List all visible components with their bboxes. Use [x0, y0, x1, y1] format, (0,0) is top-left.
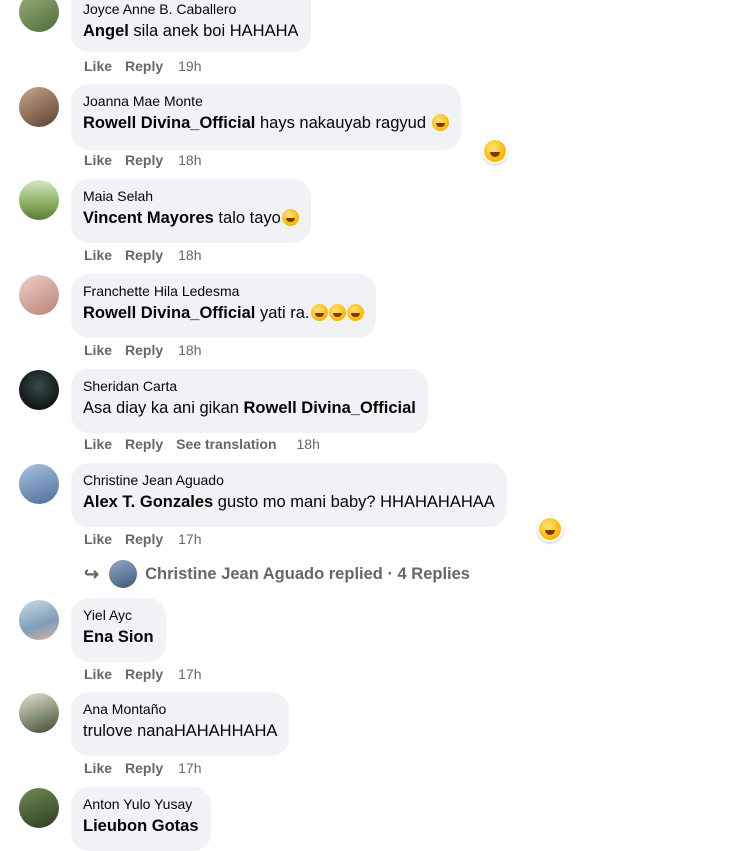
avatar[interactable]: [19, 693, 59, 733]
comment-actions: Like Reply 17h: [84, 760, 202, 776]
replies-text[interactable]: Christine Jean Aguado replied · 4 Replie…: [145, 565, 470, 584]
mention-link[interactable]: Alex T. Gonzales: [83, 493, 213, 511]
avatar[interactable]: [19, 464, 59, 504]
avatar[interactable]: [19, 87, 59, 127]
laughing-emoji-icon: [328, 304, 346, 321]
comment-text-content: yati ra.: [255, 304, 310, 322]
like-button[interactable]: Like: [84, 152, 112, 168]
mention-link[interactable]: Ena Sion: [83, 628, 154, 646]
comment-text: trulove nanaHAHAHHAHA: [83, 720, 277, 742]
mention-link[interactable]: Angel: [83, 22, 129, 40]
reply-button[interactable]: Reply: [125, 666, 163, 682]
smiling-hearts-emoji-icon: [431, 114, 449, 131]
comment-time[interactable]: 17h: [178, 531, 201, 547]
mention-link[interactable]: Lieubon Gotas: [83, 817, 199, 835]
comment-time[interactable]: 17h: [178, 666, 201, 682]
comment-text-content: hays nakauyab ragyud: [255, 114, 427, 132]
comment-author[interactable]: Anton Yulo Yusay: [83, 795, 199, 813]
comment-text-content: gusto mo mani baby? HHAHAHAHAA: [213, 493, 495, 511]
mention-link[interactable]: Rowell Divina_Official: [83, 114, 255, 132]
avatar[interactable]: [19, 275, 59, 315]
reply-button[interactable]: Reply: [125, 247, 163, 263]
comment-text-content: sila anek boi HAHAHA: [128, 22, 299, 40]
comment-time[interactable]: 18h: [178, 342, 201, 358]
comment-author[interactable]: Ana Montaño: [83, 700, 277, 718]
comment-actions: Like Reply 18h: [84, 247, 202, 263]
comment-author[interactable]: Sheridan Carta: [83, 377, 416, 395]
comment-author[interactable]: Christine Jean Aguado: [83, 471, 495, 489]
comment-text: Ena Sion: [83, 626, 154, 648]
comment-bubble: Christine Jean Aguado Alex T. Gonzales g…: [71, 463, 507, 527]
mention-link[interactable]: Rowell Divina_Official: [244, 399, 416, 417]
comment-text: Rowell Divina_Official hays nakauyab rag…: [83, 112, 449, 134]
comment-actions: Like Reply 19h: [84, 58, 202, 74]
avatar[interactable]: [19, 0, 59, 32]
like-button[interactable]: Like: [84, 58, 112, 74]
reply-button[interactable]: Reply: [125, 58, 163, 74]
like-button[interactable]: Like: [84, 247, 112, 263]
comment-time[interactable]: 19h: [178, 58, 201, 74]
comment-bubble: Joanna Mae Monte Rowell Divina_Official …: [71, 84, 461, 150]
mention-link[interactable]: Vincent Mayores: [83, 209, 214, 227]
reply-button[interactable]: Reply: [125, 436, 163, 452]
reply-button[interactable]: Reply: [125, 342, 163, 358]
comment-author[interactable]: Yiel Ayc: [83, 606, 154, 624]
comment-actions: Like Reply 18h: [84, 342, 202, 358]
comment-author[interactable]: Franchette Hila Ledesma: [83, 282, 364, 300]
view-replies-link[interactable]: ↪ Christine Jean Aguado replied · 4 Repl…: [84, 560, 470, 588]
reply-button[interactable]: Reply: [125, 531, 163, 547]
comment-author[interactable]: Maia Selah: [83, 187, 299, 205]
avatar[interactable]: [19, 370, 59, 410]
comment-time[interactable]: 18h: [297, 436, 320, 452]
comment-text: Rowell Divina_Official yati ra.: [83, 302, 364, 324]
like-button[interactable]: Like: [84, 531, 112, 547]
comment-bubble: Ana Montaño trulove nanaHAHAHHAHA: [71, 692, 290, 756]
comment-time[interactable]: 18h: [178, 152, 201, 168]
laughing-emoji-icon: [310, 304, 328, 321]
comment-bubble: Franchette Hila Ledesma Rowell Divina_Of…: [71, 274, 376, 338]
like-button[interactable]: Like: [84, 342, 112, 358]
laughing-reaction-icon[interactable]: [482, 138, 508, 164]
laughing-reaction-icon[interactable]: [537, 516, 563, 542]
comment-bubble: Anton Yulo Yusay Lieubon Gotas: [71, 787, 211, 851]
reply-button[interactable]: Reply: [125, 760, 163, 776]
comment-bubble: Sheridan Carta Asa diay ka ani gikan Row…: [71, 369, 428, 433]
like-button[interactable]: Like: [84, 436, 112, 452]
comment-text: Vincent Mayores talo tayo: [83, 207, 299, 229]
reply-arrow-icon: ↪: [84, 563, 100, 584]
comment-text: Asa diay ka ani gikan Rowell Divina_Offi…: [83, 397, 416, 419]
comment-text: Lieubon Gotas: [83, 815, 199, 837]
smile-emoji-icon: [281, 209, 299, 226]
comment-text-content: trulove nanaHAHAHHAHA: [83, 722, 278, 740]
like-button[interactable]: Like: [84, 760, 112, 776]
avatar[interactable]: [19, 180, 59, 220]
comment-time[interactable]: 18h: [178, 247, 201, 263]
avatar[interactable]: [19, 788, 59, 828]
comment-time[interactable]: 17h: [178, 760, 201, 776]
comment-actions: Like Reply 17h: [84, 666, 202, 682]
comment-bubble: Yiel Ayc Ena Sion: [71, 598, 166, 662]
comment-text-content: talo tayo: [213, 209, 281, 227]
laughing-emoji-icon: [346, 304, 364, 321]
see-translation-button[interactable]: See translation: [176, 436, 276, 452]
mention-link[interactable]: Rowell Divina_Official: [83, 304, 255, 322]
comment-actions: Like Reply 18h: [84, 152, 202, 168]
comment-actions: Like Reply 17h: [84, 531, 202, 547]
replier-avatar: [109, 560, 138, 588]
comment-actions: Like Reply See translation 18h: [84, 436, 320, 452]
like-button[interactable]: Like: [84, 666, 112, 682]
comment-author[interactable]: Joyce Anne B. Caballero: [83, 0, 299, 18]
comment-text-content: Asa diay ka ani gikan: [83, 399, 244, 417]
comment-text: Angel sila anek boi HAHAHA: [83, 20, 299, 42]
comment-author[interactable]: Joanna Mae Monte: [83, 92, 449, 110]
comment-bubble: Maia Selah Vincent Mayores talo tayo: [71, 179, 311, 243]
comment-bubble: Joyce Anne B. Caballero Angel sila anek …: [71, 0, 311, 52]
reply-button[interactable]: Reply: [125, 152, 163, 168]
avatar[interactable]: [19, 600, 59, 640]
comment-text: Alex T. Gonzales gusto mo mani baby? HHA…: [83, 491, 495, 513]
